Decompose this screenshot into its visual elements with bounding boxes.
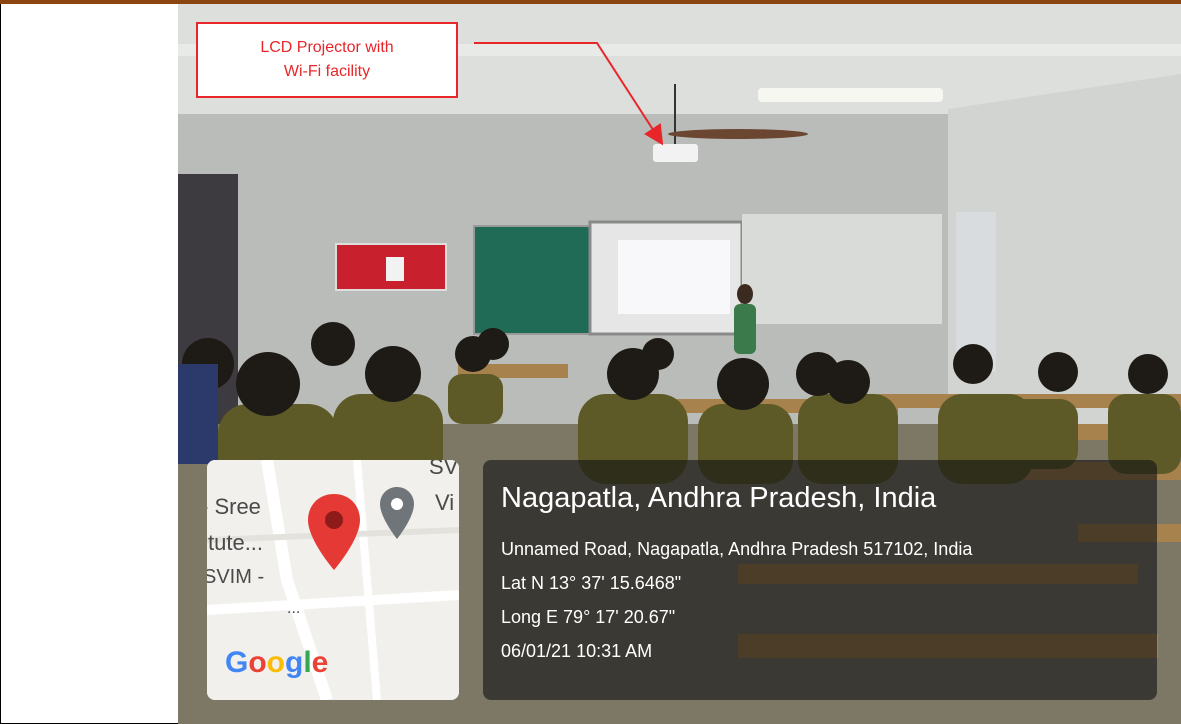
place-marker-icon (380, 487, 414, 539)
map-pin-icon (308, 494, 360, 570)
map-label-1: - Sree (207, 494, 261, 519)
map-label-2: titute... (207, 530, 264, 555)
map-label-4: ... (287, 600, 301, 617)
map-label-6: Vi (435, 490, 455, 515)
map-label-5: SV (429, 460, 459, 479)
google-logo: Google (225, 646, 329, 679)
geotag-place: Nagapatla, Andhra Pradesh, India (501, 482, 937, 514)
map-thumbnail: - Sree titute... SVIM - ... SV Vi Google (207, 460, 459, 700)
annotation-callout: LCD Projector with Wi-Fi facility (196, 22, 458, 98)
geotag-datetime: 06/01/21 10:31 AM (501, 641, 653, 661)
geotag-panel: Nagapatla, Andhra Pradesh, India Unnamed… (483, 460, 1157, 700)
geotag-address: Unnamed Road, Nagapatla, Andhra Pradesh … (501, 539, 973, 559)
geotag-latitude: Lat N 13° 37' 15.6468" (501, 573, 682, 593)
map-label-3: SVIM - (207, 566, 265, 588)
geotag-longitude: Long E 79° 17' 20.67" (501, 607, 676, 627)
callout-line-2: Wi-Fi facility (283, 63, 371, 80)
callout-line-1: LCD Projector with (260, 39, 394, 56)
